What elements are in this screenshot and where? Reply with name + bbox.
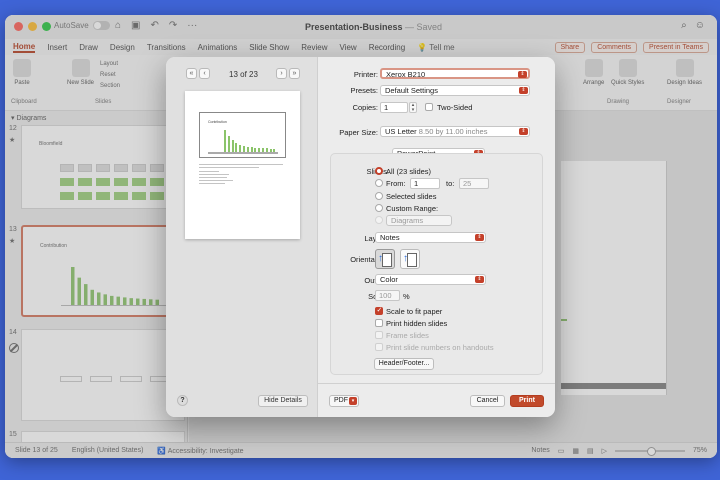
preview-chart-bar: [224, 130, 226, 152]
dialog-footer: PDF ▾ Cancel Print: [318, 383, 555, 417]
chevron-updown-icon: ⇕: [519, 128, 528, 135]
two-sided-label: Two-Sided: [437, 103, 473, 112]
frame-slides-checkbox[interactable]: [375, 331, 383, 339]
cancel-button[interactable]: Cancel: [470, 395, 505, 407]
frame-slides-label: Frame slides: [386, 331, 429, 340]
presets-select[interactable]: Default Settings ⇕: [380, 85, 530, 96]
print-hidden-checkbox[interactable]: [375, 319, 383, 327]
output-select[interactable]: Color ⇕: [375, 274, 486, 285]
print-preview-pane: « ‹ 13 of 23 › » Contribution 13 of 23 ?…: [166, 57, 318, 417]
portrait-page-icon: [382, 253, 392, 267]
preview-chart-bar: [239, 144, 242, 152]
output-value: Color: [380, 275, 398, 284]
print-numbers-label: Print slide numbers on handouts: [386, 343, 494, 352]
pdf-menu-button[interactable]: PDF ▾: [329, 395, 359, 407]
notes-line: [199, 164, 283, 166]
notes-line: [199, 167, 259, 169]
two-sided-checkbox[interactable]: [425, 103, 433, 111]
notes-line: [199, 183, 225, 185]
paper-size-select[interactable]: US Letter 8.50 by 11.00 inches ⇕: [380, 126, 530, 137]
print-settings: Printer: Xerox B210 ⇕ Presets: Default S…: [318, 57, 555, 383]
custom-range-label: Custom Range:: [386, 204, 439, 213]
last-page-button[interactable]: »: [289, 68, 300, 79]
next-page-button[interactable]: ›: [276, 68, 287, 79]
up-arrow-icon: ↑: [378, 253, 383, 264]
paper-size-dimensions: 8.50 by 11.00 inches: [418, 127, 488, 136]
slides-all-radio[interactable]: [375, 167, 383, 175]
header-footer-button[interactable]: Header/Footer...: [374, 358, 434, 370]
chevron-down-icon: ▾: [349, 397, 357, 405]
first-page-button[interactable]: «: [186, 68, 197, 79]
chevron-updown-icon: ⇕: [518, 71, 527, 78]
chevron-updown-icon: ⇕: [475, 234, 484, 241]
notes-line: [199, 177, 227, 179]
from-input[interactable]: 1: [410, 178, 440, 189]
paper-size-value: US Letter: [385, 127, 417, 136]
from-label: From:: [386, 179, 406, 188]
print-hidden-label: Print hidden slides: [386, 319, 448, 328]
portrait-orientation-button[interactable]: ↑: [375, 249, 395, 269]
notes-line: [199, 171, 219, 173]
hide-details-button[interactable]: Hide Details: [258, 395, 308, 407]
presets-value: Default Settings: [385, 86, 438, 95]
help-button[interactable]: ?: [177, 395, 188, 406]
preview-chart-bar: [235, 143, 238, 152]
notes-line: [199, 174, 229, 176]
selected-slides-label: Selected slides: [386, 192, 437, 201]
scale-to-fit-checkbox[interactable]: [375, 306, 383, 315]
printer-value: Xerox B210: [386, 70, 426, 79]
landscape-orientation-button[interactable]: ↑: [400, 249, 420, 269]
scale-to-fit-label: Scale to fit paper: [386, 307, 443, 316]
selected-slides-radio[interactable]: [375, 192, 383, 200]
diagrams-radio[interactable]: [375, 216, 383, 224]
custom-range-value: Diagrams: [391, 216, 424, 225]
slides-from-radio[interactable]: [375, 179, 383, 187]
print-numbers-checkbox[interactable]: [375, 343, 383, 351]
custom-range-radio[interactable]: [375, 204, 383, 212]
slides-all-label: All (23 slides): [386, 167, 431, 176]
layout-select[interactable]: Notes ⇕: [375, 232, 486, 243]
print-button[interactable]: Print: [510, 395, 544, 407]
print-dialog: « ‹ 13 of 23 › » Contribution 13 of 23 ?…: [166, 57, 555, 417]
all-count: (23 slides): [396, 167, 432, 176]
copies-stepper[interactable]: ▴ ▾: [409, 102, 417, 113]
preview-slide-title: Contribution: [208, 120, 227, 124]
layout-value: Notes: [380, 233, 400, 242]
up-arrow-icon: ↑: [403, 253, 408, 264]
to-label: to:: [446, 179, 455, 188]
copies-label: Copies:: [352, 103, 378, 112]
preview-chart-bar: [231, 139, 234, 152]
printer-select[interactable]: Xerox B210 ⇕: [380, 68, 530, 79]
notes-line: [199, 180, 233, 182]
copies-input[interactable]: 1: [380, 102, 408, 113]
scale-input[interactable]: 100: [375, 290, 400, 301]
page-indicator: 13 of 23: [229, 70, 258, 79]
preview-chart-baseline: [208, 152, 278, 154]
chevron-updown-icon: ⇕: [475, 276, 484, 283]
previous-page-button[interactable]: ‹: [199, 68, 210, 79]
landscape-page-icon: [407, 253, 417, 267]
to-input[interactable]: 25: [459, 178, 489, 189]
all-label: All: [386, 167, 395, 176]
presets-label: Presets:: [350, 86, 378, 95]
page-preview: Contribution 13 of 23: [185, 91, 300, 239]
preview-chart-bar: [227, 136, 230, 152]
paper-size-label: Paper Size:: [339, 128, 378, 137]
chevron-updown-icon: ⇕: [519, 87, 528, 94]
pdf-label: PDF: [334, 397, 348, 404]
scale-unit: %: [403, 292, 410, 301]
printer-label: Printer:: [353, 70, 378, 79]
preview-slide: Contribution: [199, 112, 286, 158]
custom-range-select[interactable]: Diagrams: [386, 215, 452, 226]
